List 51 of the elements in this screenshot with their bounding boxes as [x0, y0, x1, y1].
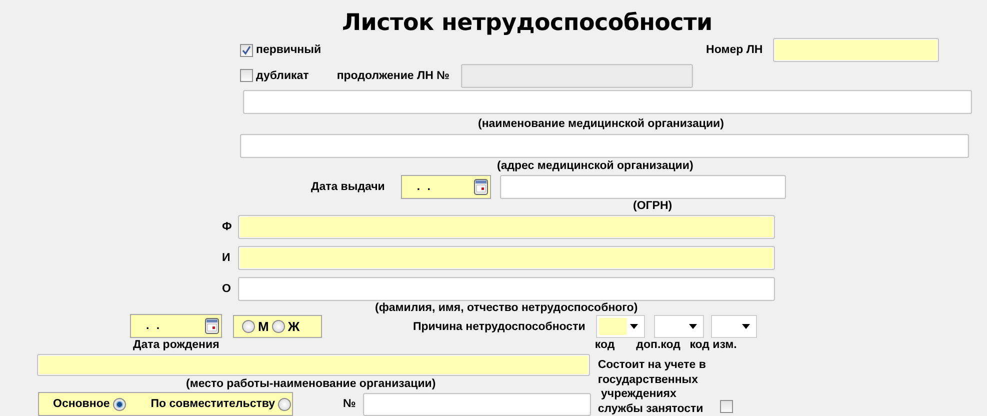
field-caption: Дата рождения: [133, 338, 220, 352]
code-dropdown[interactable]: [654, 315, 704, 338]
radio-label: Ж: [288, 320, 300, 334]
field-caption: код изм.: [688, 338, 738, 352]
radio-button[interactable]: [242, 320, 255, 333]
radio-button[interactable]: [272, 320, 285, 333]
code-dropdown[interactable]: [711, 315, 758, 338]
input-field[interactable]: [772, 38, 939, 62]
employment-service-label: Состоит на учете в государственных учреждениях службы занятости: [598, 358, 707, 416]
radio-button[interactable]: [112, 398, 126, 410]
input-field[interactable]: [238, 215, 775, 239]
checkbox[interactable]: [240, 69, 253, 82]
field-label: №: [343, 397, 356, 411]
field-label: продолжение ЛН №: [336, 68, 450, 82]
radio-button[interactable]: [278, 398, 292, 410]
caret-icon: [742, 324, 750, 329]
form-title: Листок нетрудоспособности: [342, 9, 712, 37]
field-caption: (адрес медицинской организации): [497, 159, 694, 173]
field-label: И: [222, 251, 232, 265]
input-field[interactable]: [243, 90, 972, 114]
radio-label: По совместительству: [150, 397, 276, 411]
date-field[interactable]: . .: [400, 174, 491, 198]
checkbox[interactable]: [240, 44, 253, 56]
field-label: Номер ЛН: [706, 43, 763, 57]
calendar-icon[interactable]: [474, 178, 488, 194]
checkbox-label: первичный: [256, 43, 322, 57]
caret-icon: [630, 324, 638, 329]
field-label: О: [222, 282, 232, 296]
caret-icon: [689, 324, 698, 329]
field-caption: (место работы-наименование организации): [186, 377, 436, 391]
field-caption: (наименование медицинской организации): [478, 117, 724, 131]
field-caption: код: [594, 338, 616, 352]
radio-label: Основное: [53, 397, 110, 411]
field-label: Причина нетрудоспособности: [413, 320, 586, 334]
input-field[interactable]: [362, 392, 591, 416]
field-label: Ф: [222, 220, 233, 234]
field-label: Дата выдачи: [311, 180, 385, 194]
checkbox[interactable]: [720, 400, 733, 413]
code-dropdown[interactable]: [596, 315, 646, 338]
radio-label: М: [258, 320, 269, 334]
input-field[interactable]: [238, 246, 775, 270]
field-caption: (ОГРН): [633, 199, 672, 213]
checkbox-label: дубликат: [256, 68, 309, 82]
field-caption: (фамилия, имя, отчество нетрудоспособного): [375, 300, 638, 314]
field-caption: доп.код: [635, 338, 682, 352]
input-field[interactable]: [240, 134, 969, 158]
input-field[interactable]: [500, 174, 786, 198]
calendar-icon[interactable]: [205, 318, 219, 334]
input-field[interactable]: [238, 277, 775, 301]
date-field[interactable]: . .: [130, 314, 222, 338]
input-field[interactable]: [37, 354, 590, 376]
